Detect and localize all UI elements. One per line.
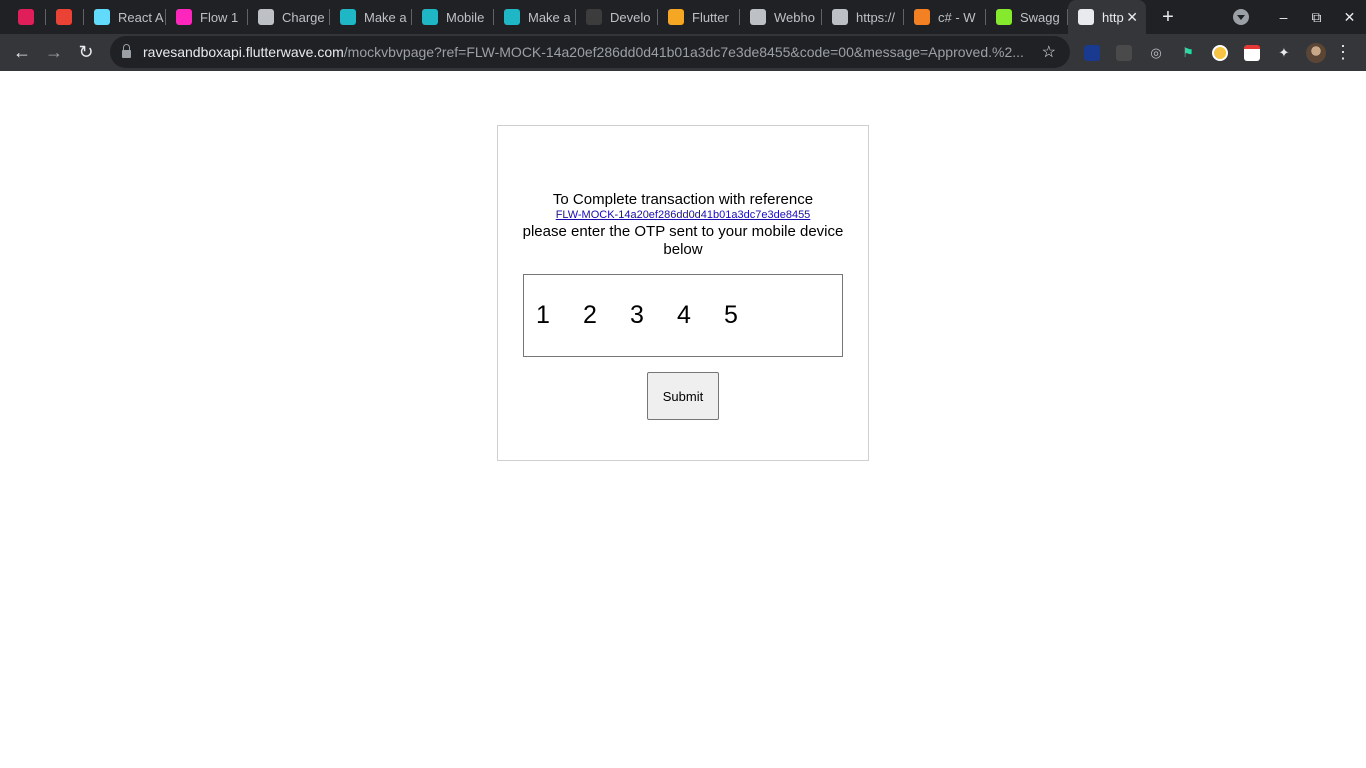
otp-digit: 4 xyxy=(677,301,691,329)
owl-extension-icon[interactable]: ◎ xyxy=(1145,44,1167,62)
minimize-icon[interactable]: – xyxy=(1267,9,1300,25)
rave-icon xyxy=(504,9,520,25)
rave-icon xyxy=(340,9,356,25)
menu-dots-icon[interactable]: ⋮ xyxy=(1334,34,1352,71)
browser-tab[interactable]: https:// xyxy=(822,0,904,34)
stack-icon xyxy=(258,9,274,25)
browser-tab[interactable] xyxy=(46,0,84,34)
tab-label: http xyxy=(1102,9,1124,25)
url-host: ravesandboxapi.flutterwave.com xyxy=(143,44,344,60)
browser-tab[interactable]: React A xyxy=(84,0,166,34)
react-icon xyxy=(94,9,110,25)
stackoverflow-icon xyxy=(914,9,930,25)
extensions-area: ◎ ⚑ ✦ xyxy=(1076,34,1332,71)
browser-tab[interactable]: Flutter xyxy=(658,0,740,34)
github-icon xyxy=(586,9,602,25)
close-window-icon[interactable]: ✕ xyxy=(1333,9,1366,26)
forward-icon[interactable]: → xyxy=(38,37,70,69)
metamask-extension-icon[interactable] xyxy=(1209,44,1231,62)
address-bar[interactable]: ravesandboxapi.flutterwave.com/mockvbvpa… xyxy=(110,36,1070,68)
otp-digit: 2 xyxy=(583,301,597,329)
otp-digit: 1 xyxy=(536,301,550,329)
screenshot-extension-icon[interactable] xyxy=(1113,44,1135,62)
browser-tab[interactable]: Swagg xyxy=(986,0,1068,34)
browser-tab[interactable]: Develo xyxy=(576,0,658,34)
tab-label: Flutter xyxy=(692,9,729,25)
tab-label: Charge xyxy=(282,9,325,25)
browser-tab[interactable]: Make a xyxy=(494,0,576,34)
browser-tab[interactable]: Charge xyxy=(248,0,330,34)
otp-card: To Complete transaction with reference F… xyxy=(497,125,869,461)
lock-icon[interactable] xyxy=(122,44,131,58)
bookmark-star-icon[interactable]: ☆ xyxy=(1042,42,1056,62)
reload-icon[interactable]: ↻ xyxy=(70,37,102,69)
otp-digit: 3 xyxy=(630,301,644,329)
back-icon[interactable]: ← xyxy=(6,37,38,69)
instruction-text: To Complete transaction with reference xyxy=(552,191,814,208)
url-path: /mockvbvpage?ref=FLW-MOCK-14a20ef286dd0d… xyxy=(343,44,1024,60)
tab-strip: React A Flow 1 Charge Make a Mobile Make a Dev… xyxy=(0,0,1366,34)
swagger-icon xyxy=(996,9,1012,25)
reference-link[interactable]: FLW-MOCK-14a20ef286dd0d41b01a3dc7e3de845… xyxy=(556,209,811,221)
window-controls: – ⧉ ✕ xyxy=(1233,0,1366,34)
globe-icon xyxy=(1078,9,1094,25)
rave-icon xyxy=(422,9,438,25)
puzzle-extensions-icon[interactable]: ✦ xyxy=(1273,44,1295,62)
webhook-icon xyxy=(832,9,848,25)
reference-line: FLW-MOCK-14a20ef286dd0d41b01a3dc7e3de845… xyxy=(498,209,868,221)
browser-tab[interactable] xyxy=(8,0,46,34)
tab-search-icon[interactable] xyxy=(1233,9,1249,25)
analytics-extension-icon[interactable] xyxy=(1081,44,1103,62)
url-text[interactable]: ravesandboxapi.flutterwave.com/mockvbvpa… xyxy=(143,44,1033,60)
tab-label: Mobile xyxy=(446,9,485,25)
tab-label: Webho xyxy=(774,9,815,25)
adobe-xd-icon xyxy=(176,9,192,25)
profile-avatar[interactable] xyxy=(1305,42,1327,63)
browser-tab[interactable]: Webho xyxy=(740,0,822,34)
webhook-icon xyxy=(750,9,766,25)
gmail-icon xyxy=(56,9,72,25)
browser-toolbar: ← → ↻ ravesandboxapi.flutterwave.com/moc… xyxy=(0,34,1366,71)
restore-icon[interactable]: ⧉ xyxy=(1300,9,1333,26)
close-tab-icon[interactable]: ✕ xyxy=(1126,9,1138,26)
tab-label: c# - W xyxy=(938,9,976,25)
tab-label: Flow 1 xyxy=(200,9,239,25)
tab-label: Make a xyxy=(528,9,571,25)
otp-digit: 5 xyxy=(724,301,738,329)
new-tab-icon[interactable]: + xyxy=(1154,0,1182,34)
browser-tab[interactable]: Flow 1 xyxy=(166,0,248,34)
flutterwave-icon xyxy=(668,9,684,25)
tab-label: https:// xyxy=(856,9,896,25)
otp-input[interactable]: 1 2 3 4 5 xyxy=(523,274,843,357)
tabs-container: React A Flow 1 Charge Make a Mobile Make a Dev… xyxy=(0,0,1182,34)
slack-icon xyxy=(18,9,34,25)
tab-label: React A xyxy=(118,9,164,25)
calendar-extension-icon[interactable] xyxy=(1241,44,1263,62)
submit-button[interactable]: Submit xyxy=(647,372,719,420)
browser-tab[interactable]: Mobile xyxy=(412,0,494,34)
otp-instruction-text: please enter the OTP sent to your mobile… xyxy=(522,223,844,258)
tab-label: Develo xyxy=(610,9,651,25)
bird-extension-icon[interactable]: ⚑ xyxy=(1177,44,1199,62)
tab-label: Make a xyxy=(364,9,407,25)
tab-label: Swagg xyxy=(1020,9,1060,25)
browser-tab[interactable]: http ✕ xyxy=(1068,0,1146,34)
browser-tab[interactable]: Make a xyxy=(330,0,412,34)
browser-tab[interactable]: c# - W xyxy=(904,0,986,34)
